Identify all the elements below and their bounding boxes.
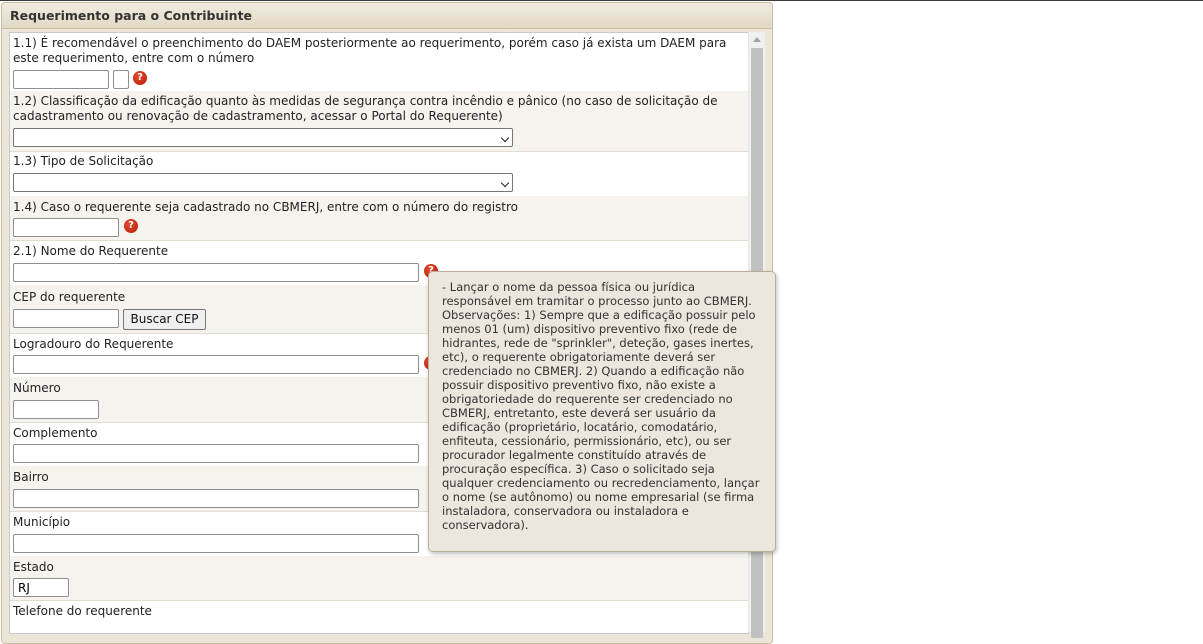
label-classificacao: 1.2) Classificação da edificação quanto … [13, 94, 718, 123]
row-tipo-solicitacao: 1.3) Tipo de Solicitação [10, 151, 748, 197]
label-estado: Estado [13, 560, 54, 574]
label-telefone: Telefone do requerente [13, 604, 152, 618]
help-question-icon[interactable]: ? [133, 71, 147, 85]
scroll-up-arrow-icon[interactable] [753, 37, 761, 42]
label-tipo-solicitacao: 1.3) Tipo de Solicitação [13, 154, 154, 168]
panel-header: Requerimento para o Contribuinte [2, 3, 772, 29]
classificacao-select[interactable] [13, 128, 513, 147]
help-tooltip: - Lançar o nome da pessoa física ou jurí… [428, 271, 776, 552]
buscar-cep-button[interactable]: Buscar CEP [123, 309, 206, 330]
top-border [0, 0, 1203, 1]
row-telefone: Telefone do requerente [10, 600, 748, 633]
tooltip-text: - Lançar o nome da pessoa física ou jurí… [442, 280, 760, 532]
panel-title: Requerimento para o Contribuinte [10, 8, 253, 23]
daem-check-digit-input[interactable] [113, 70, 129, 89]
label-daem: 1.1) É recomendável o preenchimento do D… [13, 36, 727, 65]
row-estado: Estado [10, 556, 748, 601]
help-question-icon[interactable]: ? [124, 219, 138, 233]
daem-number-input[interactable] [13, 70, 109, 89]
cep-input[interactable] [13, 309, 119, 328]
complemento-input[interactable] [13, 444, 419, 463]
chevron-down-icon [500, 133, 510, 143]
chevron-down-icon [500, 178, 510, 188]
row-daem: 1.1) É recomendável o preenchimento do D… [10, 33, 748, 92]
bairro-input[interactable] [13, 489, 419, 508]
label-nome-requerente: 2.1) Nome do Requerente [13, 244, 169, 258]
estado-input[interactable] [13, 578, 69, 597]
label-registro-cbmerj: 1.4) Caso o requerente seja cadastrado n… [13, 200, 519, 214]
numero-input[interactable] [13, 400, 99, 419]
registro-cbmerj-input[interactable] [13, 218, 119, 237]
row-registro-cbmerj: 1.4) Caso o requerente seja cadastrado n… [10, 196, 748, 241]
row-classificacao: 1.2) Classificação da edificação quanto … [10, 91, 748, 152]
logradouro-input[interactable] [13, 355, 419, 374]
tipo-solicitacao-select[interactable] [13, 173, 513, 192]
municipio-input[interactable] [13, 534, 419, 553]
nome-requerente-input[interactable] [13, 263, 419, 282]
